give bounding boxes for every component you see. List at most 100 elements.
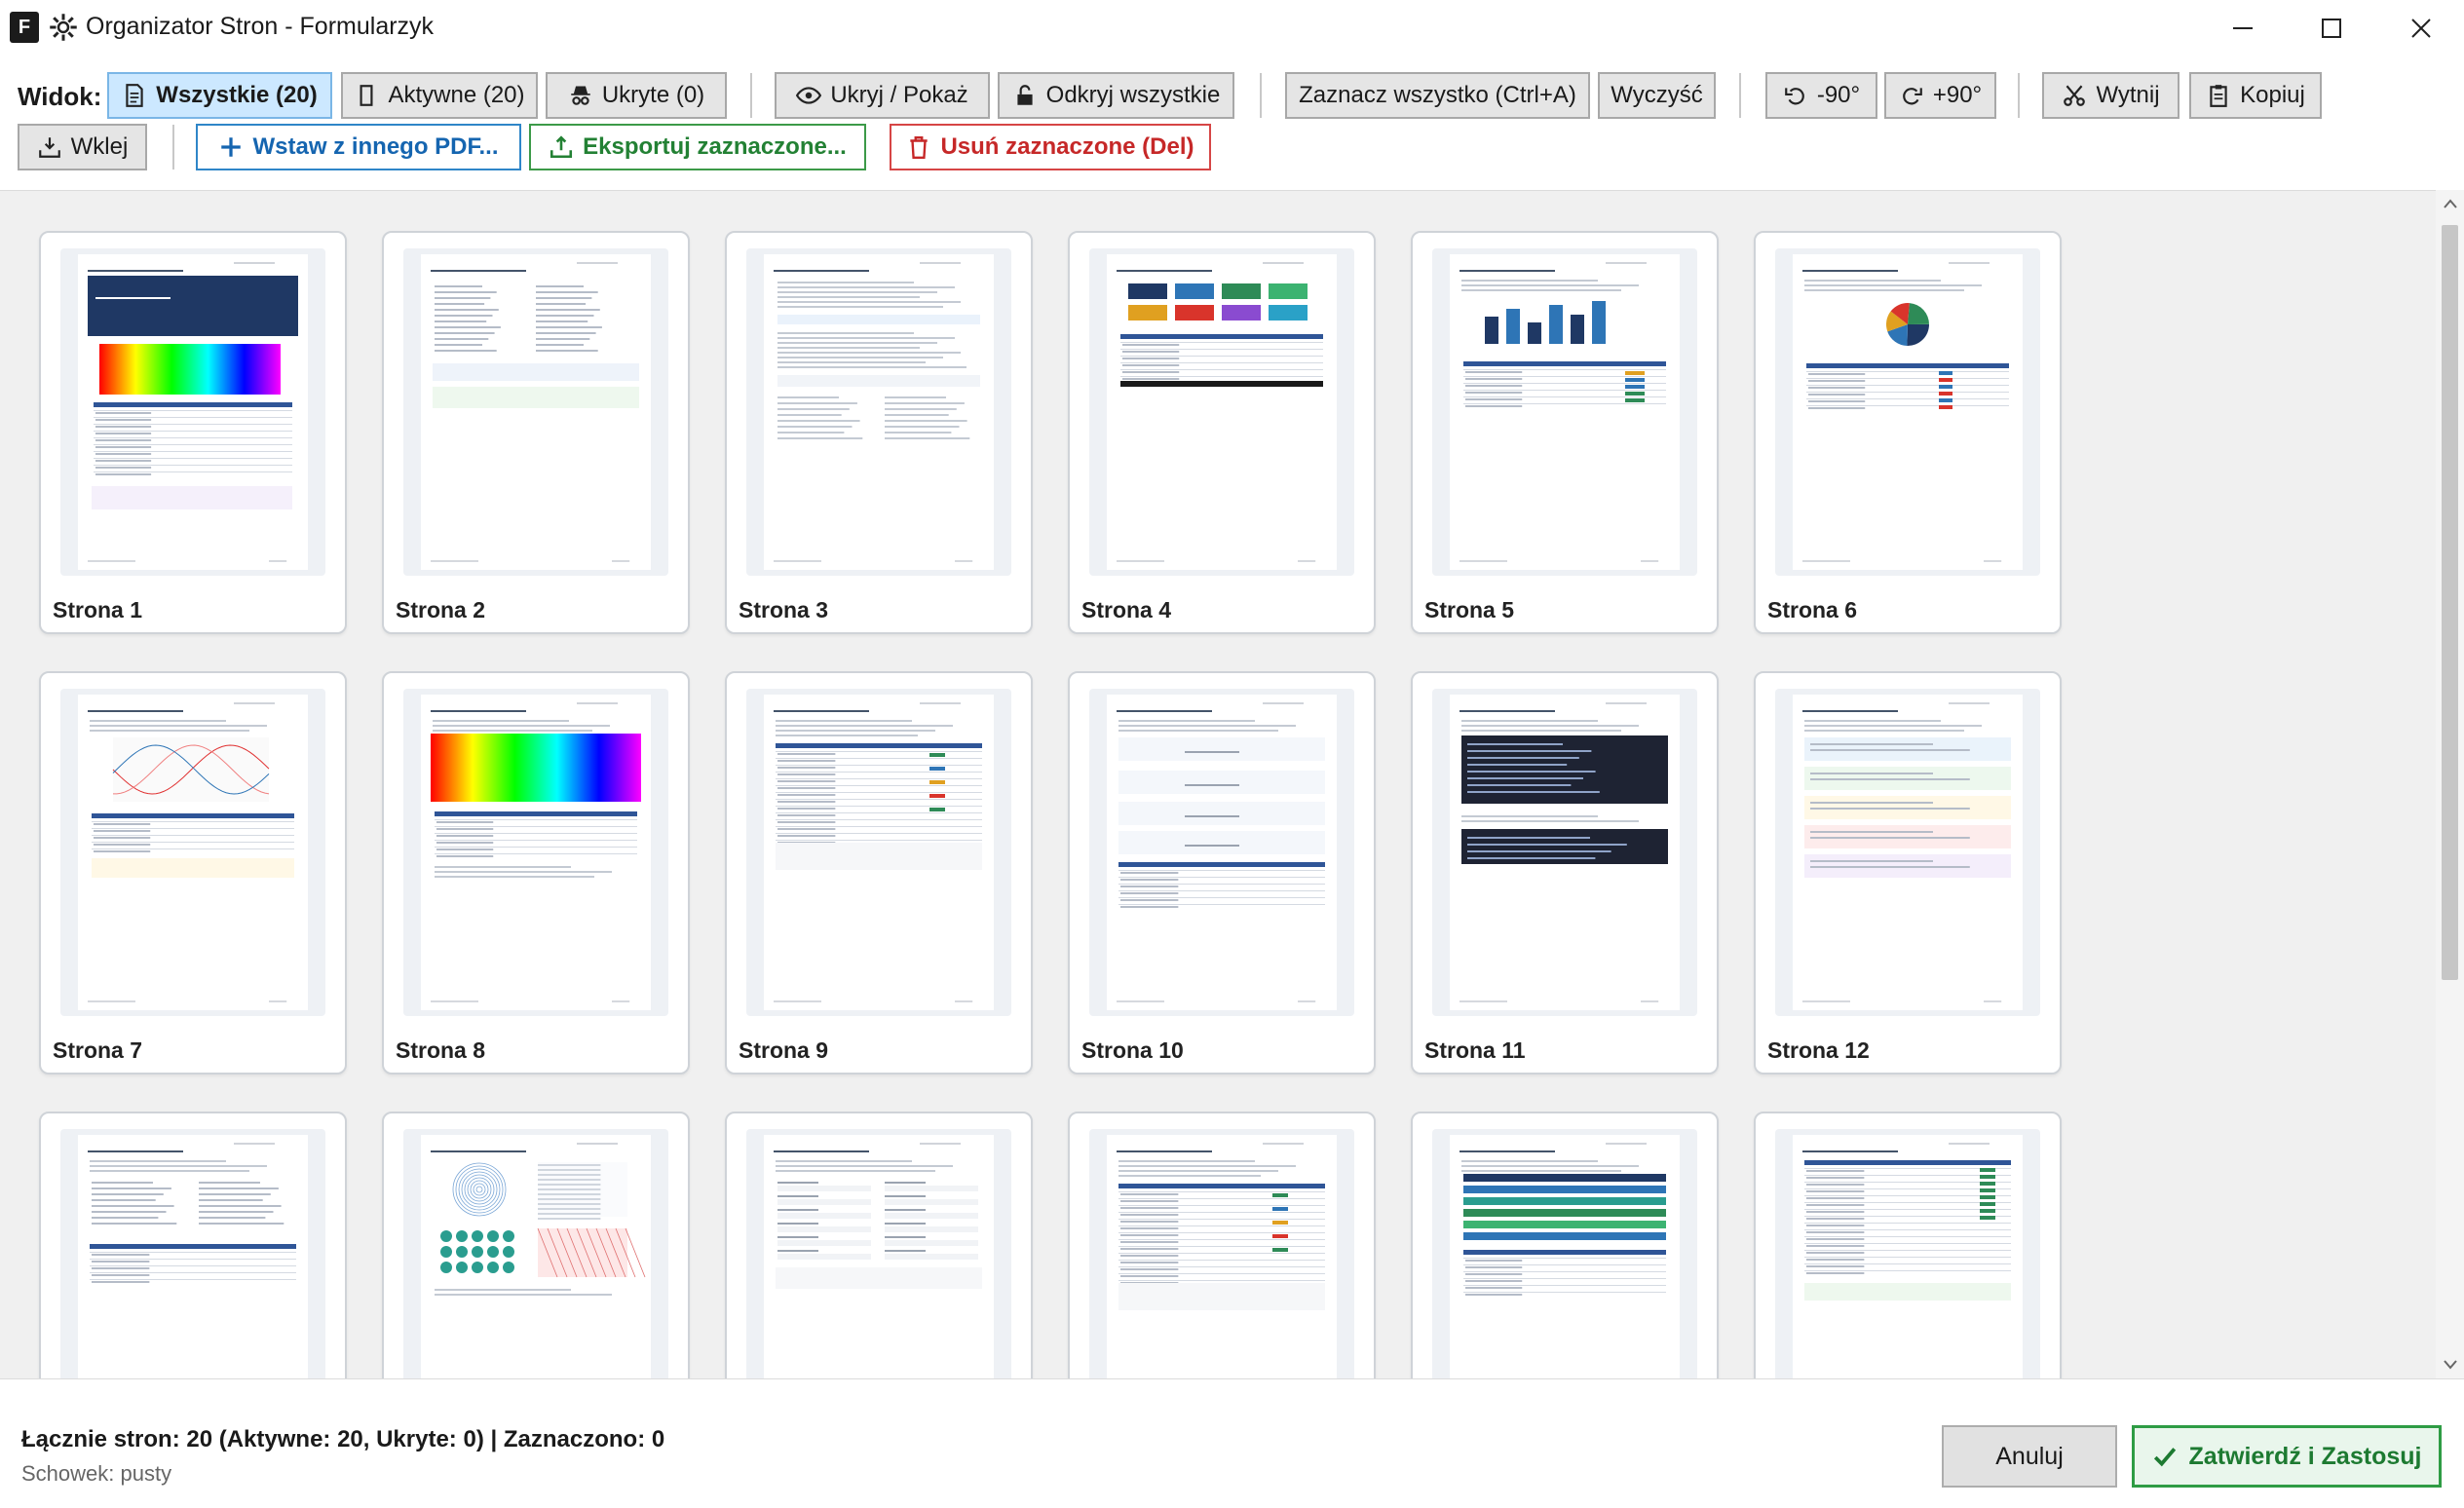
- page-card[interactable]: Strona 4: [1068, 231, 1376, 634]
- rotate-right-button[interactable]: +90°: [1884, 72, 1996, 119]
- page-thumbnail: [1450, 695, 1680, 1010]
- page-card[interactable]: Strona 5: [1411, 231, 1719, 634]
- page-card[interactable]: Strona 3: [725, 231, 1033, 634]
- paste-icon: [38, 137, 60, 158]
- clear-selection-button[interactable]: Wyczyść: [1598, 72, 1716, 119]
- page-thumbnail: [1793, 254, 2023, 570]
- page-label: Strona 8: [396, 1037, 486, 1063]
- view-all-label: Wszystkie (20): [156, 82, 318, 108]
- page-card[interactable]: Strona 10: [1068, 671, 1376, 1074]
- vertical-scrollbar[interactable]: [2436, 190, 2464, 1378]
- cancel-button[interactable]: Anuluj: [1942, 1425, 2117, 1488]
- scissors-icon: [2064, 85, 2086, 106]
- view-hidden-button[interactable]: Ukryte (0): [546, 72, 727, 119]
- insert-pdf-label: Wstaw z innego PDF...: [252, 133, 499, 160]
- page-label: Strona 5: [1424, 597, 1515, 622]
- page-card[interactable]: Strona 12: [1754, 671, 2062, 1074]
- page-thumbnail: [421, 1135, 651, 1379]
- page-grid: Strona 1 Strona 2 Strona 3 Strona 4 Strona 5…: [0, 190, 2436, 1379]
- page-card[interactable]: Strona 13: [39, 1112, 347, 1379]
- select-all-label: Zaznacz wszystko (Ctrl+A): [1299, 82, 1576, 108]
- eye-icon: [796, 87, 822, 104]
- page-thumbnail: [1107, 695, 1337, 1010]
- apply-button[interactable]: Zatwierdź i Zastosuj: [2132, 1425, 2442, 1488]
- page-thumbnail: [1793, 695, 2023, 1010]
- page-thumbnail: [1107, 1135, 1337, 1379]
- page-label: Strona 9: [739, 1037, 829, 1063]
- paste-button[interactable]: Wklej: [18, 124, 147, 170]
- checkmark-icon: [2153, 1448, 2176, 1467]
- trash-icon: [910, 136, 929, 160]
- page-card[interactable]: Strona 17: [1411, 1112, 1719, 1379]
- view-hidden-label: Ukryte (0): [601, 82, 705, 108]
- scrollbar-thumb[interactable]: [2442, 225, 2458, 980]
- page-card[interactable]: Strona 2: [382, 231, 690, 634]
- close-icon: [2411, 19, 2431, 38]
- page-thumbnail: [421, 254, 651, 570]
- maximize-icon: [2322, 19, 2341, 38]
- page-thumbnail: [1450, 254, 1680, 570]
- rotate-left-icon: [1785, 88, 1804, 105]
- delete-label: Usuń zaznaczone (Del): [940, 133, 1194, 160]
- page-card[interactable]: Strona 9: [725, 671, 1033, 1074]
- hide-show-label: Ukryj / Pokaż: [830, 82, 968, 108]
- page-card[interactable]: Strona 18: [1754, 1112, 2062, 1379]
- delete-selected-button[interactable]: Usuń zaznaczone (Del): [890, 124, 1211, 170]
- maximize-button[interactable]: [2302, 8, 2361, 49]
- page-card[interactable]: Strona 8: [382, 671, 690, 1074]
- page-thumbnail: [764, 1135, 994, 1379]
- page-thumbnail: [1793, 1135, 2023, 1379]
- reveal-all-label: Odkryj wszystkie: [1045, 82, 1221, 108]
- toolbar-separator: [172, 125, 174, 170]
- close-button[interactable]: [2392, 8, 2450, 49]
- title-bar: F Organizator Stron - Formularzyk: [0, 0, 2464, 57]
- plus-icon: [221, 137, 242, 157]
- page-label: Strona 3: [739, 597, 829, 622]
- page-label: Strona 11: [1424, 1037, 1526, 1063]
- scroll-up-icon[interactable]: [2443, 198, 2458, 209]
- clipboard-status: Schowek: pusty: [21, 1461, 172, 1486]
- page-card[interactable]: Strona 15: [725, 1112, 1033, 1379]
- page-card[interactable]: Strona 7: [39, 671, 347, 1074]
- insert-from-pdf-button[interactable]: Wstaw z innego PDF...: [196, 124, 521, 170]
- page-label: Strona 7: [53, 1037, 143, 1063]
- page-label: Strona 12: [1767, 1037, 1870, 1063]
- cut-button[interactable]: Wytnij: [2042, 72, 2180, 119]
- copy-button[interactable]: Kopiuj: [2189, 72, 2322, 119]
- page-thumbnail: [78, 1135, 308, 1379]
- minimize-button[interactable]: [2214, 8, 2272, 49]
- select-all-button[interactable]: Zaznacz wszystko (Ctrl+A): [1285, 72, 1590, 119]
- rotate-right-icon: [1902, 88, 1922, 105]
- scroll-down-icon[interactable]: [2443, 1359, 2458, 1371]
- rotate-right-label: +90°: [1932, 82, 1983, 108]
- clear-label: Wyczyść: [1611, 82, 1703, 108]
- hide-show-button[interactable]: Ukryj / Pokaż: [775, 72, 990, 119]
- page-card[interactable]: Strona 11: [1411, 671, 1719, 1074]
- unlock-icon: [1017, 85, 1033, 105]
- export-selected-button[interactable]: Eksportuj zaznaczone...: [529, 124, 866, 170]
- page-thumbnail: [78, 254, 308, 570]
- minimize-icon: [2233, 27, 2253, 29]
- toolbar-separator: [1260, 73, 1262, 118]
- page-card[interactable]: Strona 1: [39, 231, 347, 634]
- page-card[interactable]: Strona 6: [1754, 231, 2062, 634]
- page-card[interactable]: Strona 14: [382, 1112, 690, 1379]
- page-card[interactable]: Strona 16: [1068, 1112, 1376, 1379]
- page-thumbnail: [421, 695, 651, 1010]
- rotate-left-label: -90°: [1816, 82, 1861, 108]
- gear-icon: [50, 14, 77, 41]
- view-active-button[interactable]: Aktywne (20): [341, 72, 538, 119]
- page-icon: [360, 85, 373, 106]
- view-all-button[interactable]: Wszystkie (20): [107, 72, 332, 119]
- cancel-label: Anuluj: [1995, 1442, 2064, 1470]
- toolbar-separator: [2018, 73, 2020, 118]
- page-thumbnail: [764, 695, 994, 1010]
- page-thumbnail: [78, 695, 308, 1010]
- view-active-label: Aktywne (20): [388, 82, 525, 108]
- view-label: Widok:: [18, 82, 102, 111]
- page-label: Strona 4: [1081, 597, 1172, 622]
- rotate-left-button[interactable]: -90°: [1765, 72, 1877, 119]
- reveal-all-button[interactable]: Odkryj wszystkie: [998, 72, 1234, 119]
- window-title: Organizator Stron - Formularzyk: [86, 13, 435, 40]
- page-label: Strona 2: [396, 597, 486, 622]
